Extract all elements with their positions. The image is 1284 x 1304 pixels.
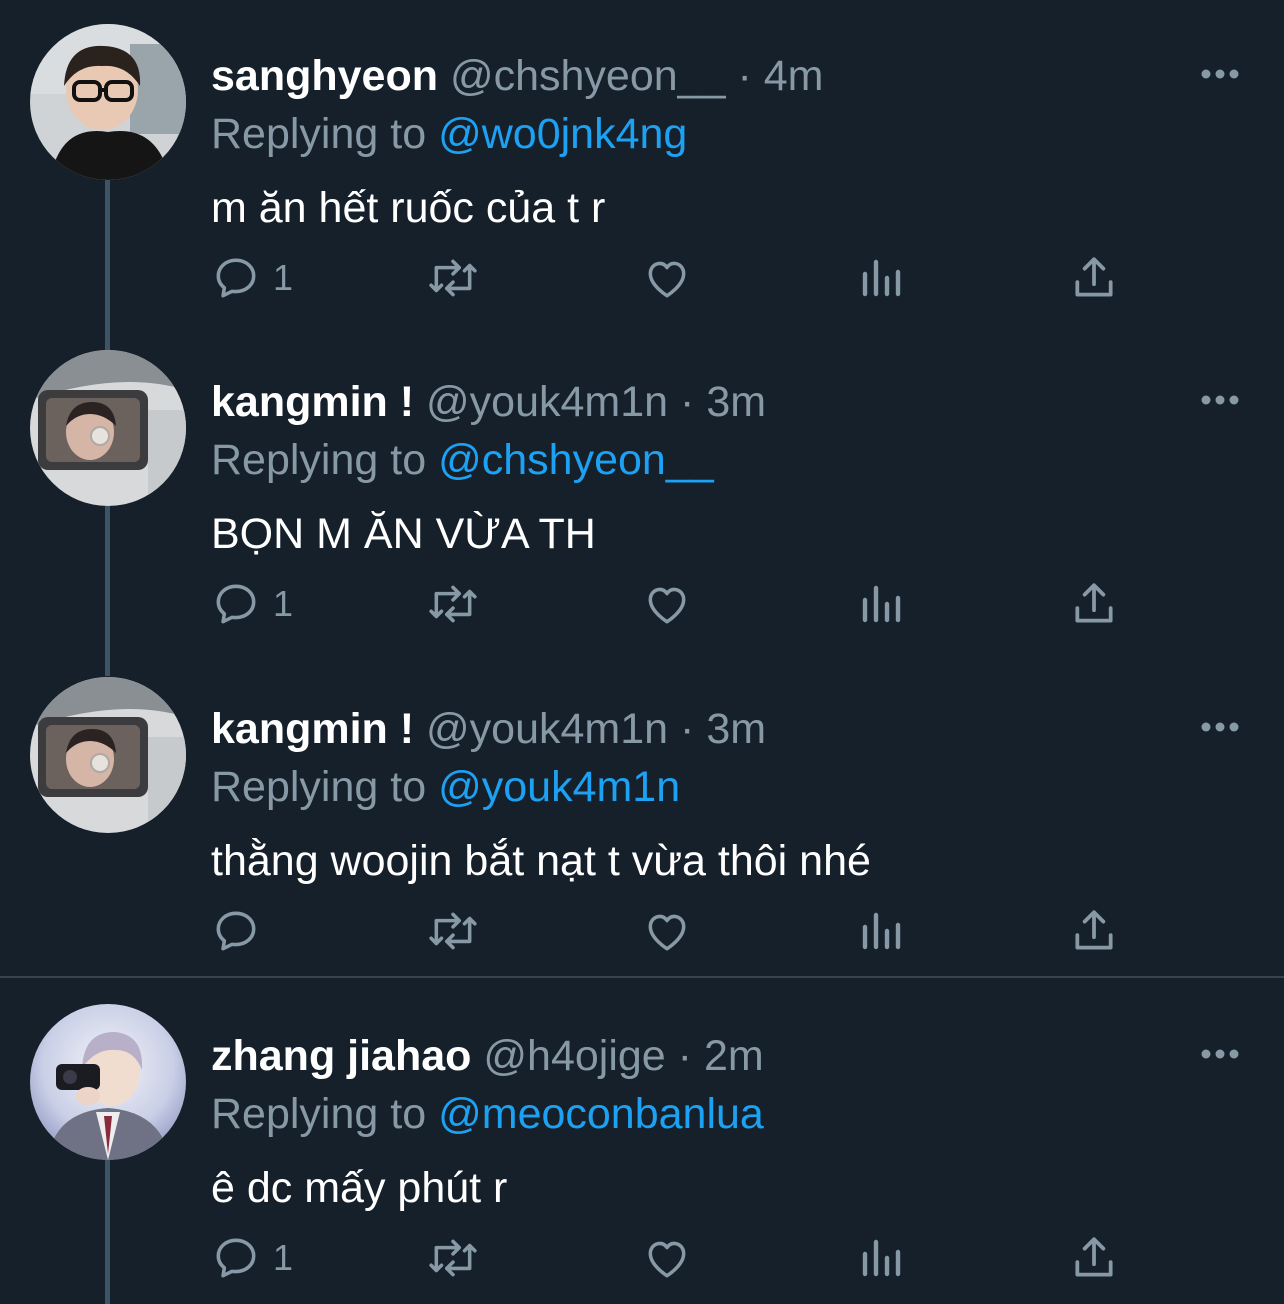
like-icon	[641, 1233, 693, 1283]
separator-dot: ·	[680, 705, 695, 753]
action-bar: 1	[211, 576, 1131, 632]
replying-to-link[interactable]: @chshyeon__	[438, 436, 714, 484]
timestamp[interactable]: 2m	[704, 1032, 764, 1080]
more-icon[interactable]	[1196, 390, 1244, 410]
analytics-button[interactable]	[859, 576, 903, 632]
share-button[interactable]	[1071, 250, 1117, 306]
display-name[interactable]: kangmin !	[211, 705, 414, 753]
reply-button[interactable]	[211, 903, 273, 959]
reply-icon	[211, 253, 261, 303]
tweet-text: BỌN M ĂN VỪA TH	[211, 510, 596, 558]
avatar[interactable]	[30, 1004, 186, 1160]
like-icon	[641, 579, 693, 629]
retweet-button[interactable]	[425, 250, 481, 306]
retweet-button[interactable]	[425, 1230, 481, 1286]
action-bar: 1	[211, 1230, 1131, 1286]
display-name[interactable]: kangmin !	[211, 378, 414, 426]
share-icon	[1071, 579, 1117, 629]
action-bar	[211, 903, 1131, 959]
analytics-icon	[859, 1233, 903, 1283]
timestamp[interactable]: 4m	[764, 52, 824, 100]
analytics-button[interactable]	[859, 903, 903, 959]
share-icon	[1071, 906, 1117, 956]
thread-line	[105, 180, 110, 350]
analytics-icon	[859, 579, 903, 629]
reply-icon	[211, 906, 261, 956]
thread-line	[105, 506, 110, 676]
avatar[interactable]	[30, 24, 186, 180]
tweet-text: ê dc mấy phút r	[211, 1164, 508, 1212]
replying-to-link[interactable]: @wo0jnk4ng	[438, 110, 687, 158]
display-name[interactable]: zhang jiahao	[211, 1032, 471, 1080]
share-icon	[1071, 253, 1117, 303]
retweet-icon	[425, 253, 481, 303]
like-button[interactable]	[641, 250, 693, 306]
user-handle[interactable]: @chshyeon__	[450, 52, 726, 100]
reply-button[interactable]: 1	[211, 1230, 293, 1286]
replying-to-link[interactable]: @meoconbanlua	[438, 1090, 764, 1138]
timestamp[interactable]: 3m	[706, 705, 766, 753]
replying-to-line: Replying to @meoconbanlua	[211, 1084, 764, 1144]
replying-to-line: Replying to @chshyeon__	[211, 430, 714, 490]
replying-prefix: Replying to	[211, 110, 427, 158]
separator-dot: ·	[737, 52, 752, 100]
like-button[interactable]	[641, 903, 693, 959]
retweet-icon	[425, 579, 481, 629]
replying-prefix: Replying to	[211, 436, 427, 484]
retweet-icon	[425, 906, 481, 956]
reply-count: 1	[273, 1237, 294, 1278]
timestamp[interactable]: 3m	[706, 378, 766, 426]
user-handle[interactable]: @h4ojige	[483, 1032, 665, 1080]
share-button[interactable]	[1071, 903, 1117, 959]
retweet-button[interactable]	[425, 576, 481, 632]
like-button[interactable]	[641, 1230, 693, 1286]
user-handle[interactable]: @youk4m1n	[426, 378, 668, 426]
reply-icon	[211, 579, 261, 629]
avatar[interactable]	[30, 350, 186, 506]
like-icon	[641, 906, 693, 956]
tweet-divider	[0, 976, 1284, 978]
share-button[interactable]	[1071, 576, 1117, 632]
replying-prefix: Replying to	[211, 763, 427, 811]
tweet-text: thằng woojin bắt nạt t vừa thôi nhé	[211, 837, 871, 885]
replying-to-link[interactable]: @youk4m1n	[438, 763, 680, 811]
like-button[interactable]	[641, 576, 693, 632]
more-icon[interactable]	[1196, 717, 1244, 737]
retweet-button[interactable]	[425, 903, 481, 959]
replying-to-line: Replying to @youk4m1n	[211, 757, 680, 817]
replying-prefix: Replying to	[211, 1090, 427, 1138]
analytics-icon	[859, 906, 903, 956]
action-bar: 1	[211, 250, 1131, 306]
like-icon	[641, 253, 693, 303]
reply-count: 1	[273, 257, 294, 298]
reply-count: 1	[273, 583, 294, 624]
reply-icon	[211, 1233, 261, 1283]
share-button[interactable]	[1071, 1230, 1117, 1286]
separator-dot: ·	[680, 378, 695, 426]
avatar[interactable]	[30, 677, 186, 833]
reply-button[interactable]: 1	[211, 576, 293, 632]
more-icon[interactable]	[1196, 1044, 1244, 1064]
analytics-button[interactable]	[859, 1230, 903, 1286]
analytics-icon	[859, 253, 903, 303]
separator-dot: ·	[677, 1032, 692, 1080]
display-name[interactable]: sanghyeon	[211, 52, 438, 100]
analytics-button[interactable]	[859, 250, 903, 306]
retweet-icon	[425, 1233, 481, 1283]
more-icon[interactable]	[1196, 64, 1244, 84]
user-handle[interactable]: @youk4m1n	[426, 705, 668, 753]
tweet-text: m ăn hết ruốc của t r	[211, 184, 606, 232]
thread-line	[105, 1160, 110, 1304]
reply-button[interactable]: 1	[211, 250, 293, 306]
share-icon	[1071, 1233, 1117, 1283]
replying-to-line: Replying to @wo0jnk4ng	[211, 104, 687, 164]
